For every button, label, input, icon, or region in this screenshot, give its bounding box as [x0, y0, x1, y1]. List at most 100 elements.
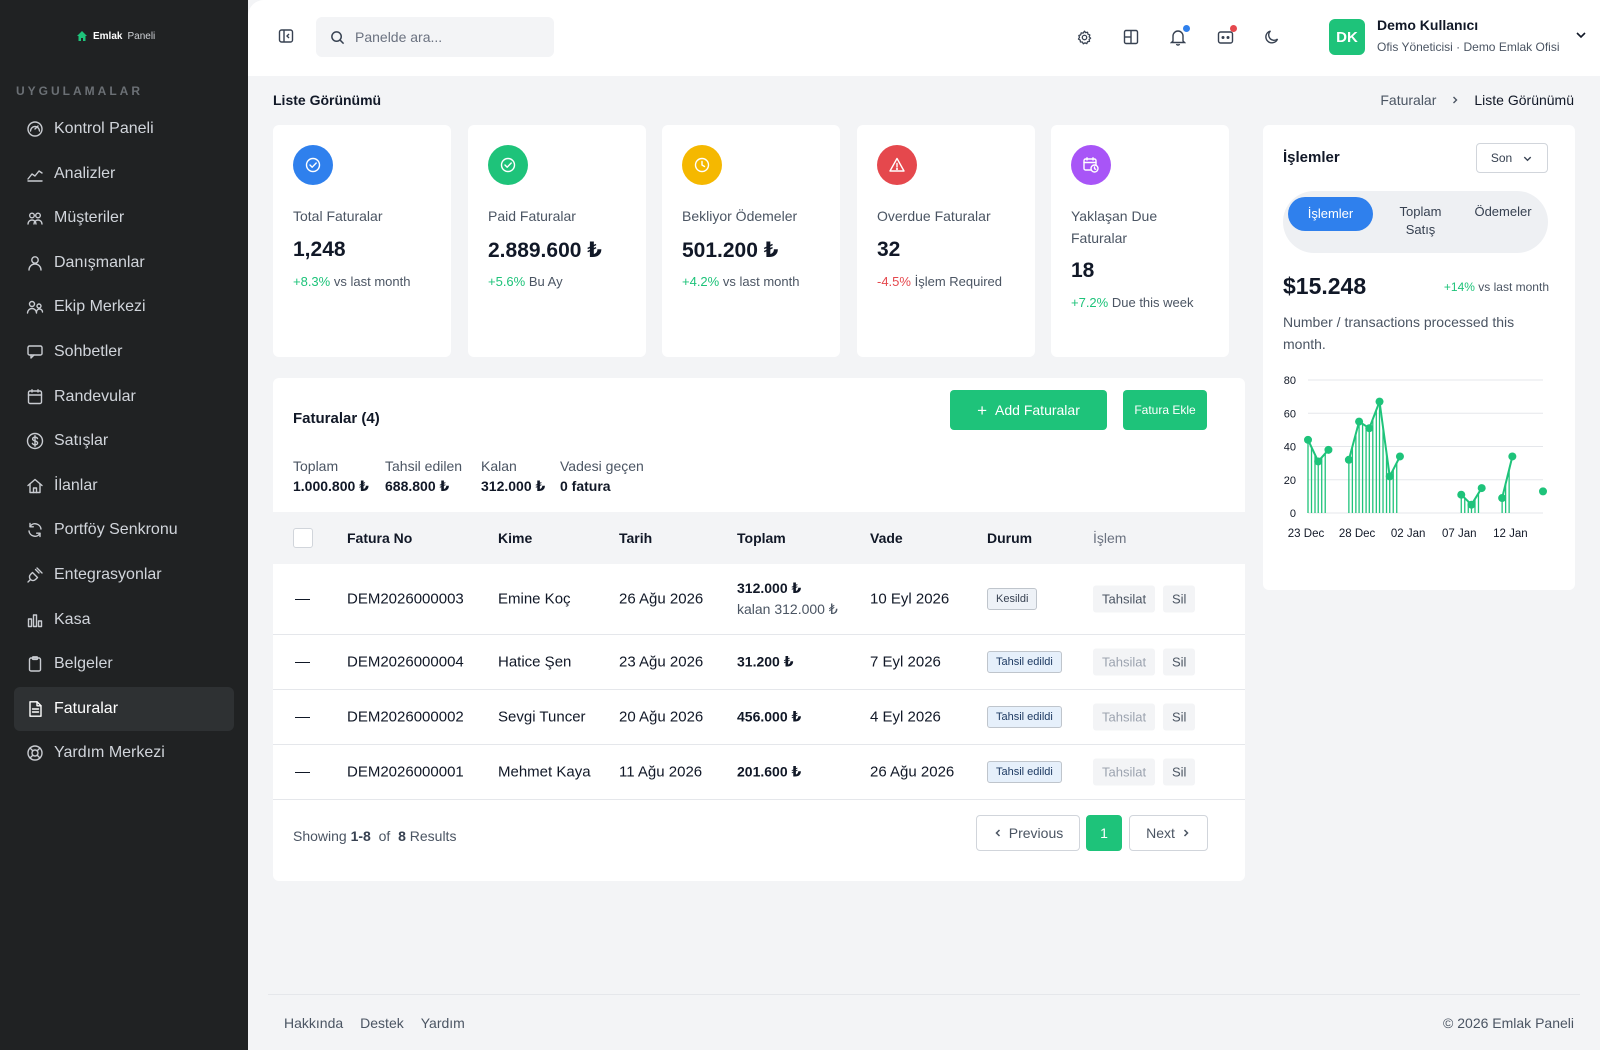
message-icon[interactable]: [1214, 25, 1237, 48]
column-header[interactable]: Durum: [987, 530, 1032, 546]
period-select[interactable]: Son: [1476, 143, 1548, 173]
sidebar-item-label: Danışmanlar: [54, 253, 145, 271]
y-tick-label: 0: [1290, 508, 1296, 520]
delete-button[interactable]: Sil: [1163, 703, 1196, 731]
select-all-checkbox[interactable]: [293, 528, 313, 548]
sidebar-item-yardım-merkezi[interactable]: Yardım Merkezi: [14, 731, 234, 775]
data-point[interactable]: [1304, 435, 1312, 444]
table-row[interactable]: — DEM2026000004 Hatice Şen 23 Ağu 2026 31.20…: [273, 635, 1245, 690]
data-point[interactable]: [1314, 457, 1323, 466]
search-box[interactable]: [316, 17, 554, 57]
data-point[interactable]: [1324, 445, 1333, 454]
sidebar-item-sohbetler[interactable]: Sohbetler: [14, 330, 234, 374]
row-select-dash[interactable]: —: [295, 591, 310, 608]
invoice-date: 11 Ağu 2026: [619, 763, 703, 781]
gear-icon[interactable]: [1073, 26, 1095, 48]
search-icon: [331, 30, 345, 44]
tab-odemeler[interactable]: Ödemeler: [1463, 203, 1543, 221]
transactions-description: Number / transactions processed this mon…: [1283, 314, 1515, 352]
row-select-dash[interactable]: —: [295, 764, 310, 781]
tab-toplam-satis[interactable]: Toplam Satış: [1383, 203, 1458, 239]
sidebar-item-portföy-senkronu[interactable]: Portföy Senkronu: [14, 508, 234, 552]
sidebar-item-danışmanlar[interactable]: Danışmanlar: [14, 241, 234, 285]
table-header: Fatura No Kime Tarih Toplam Vade Durum İ…: [273, 512, 1245, 564]
sidebar-item-kasa[interactable]: Kasa: [14, 598, 234, 642]
tab-islemler[interactable]: İşlemler: [1288, 197, 1373, 231]
invoice-total: 201.600 ₺: [737, 762, 801, 783]
table-row[interactable]: — DEM2026000003 Emine Koç 26 Ağu 2026 312.00…: [273, 564, 1245, 635]
data-point[interactable]: [1467, 500, 1476, 509]
user-icon: [26, 254, 44, 272]
sidebar-item-müşteriler[interactable]: Müşteriler: [14, 196, 234, 240]
footer-link[interactable]: Hakkında: [284, 1015, 343, 1031]
user-name[interactable]: Demo Kullanıcı: [1377, 17, 1478, 33]
collect-button[interactable]: Tahsilat: [1093, 758, 1156, 786]
previous-label: Previous: [1008, 825, 1064, 841]
data-point[interactable]: [1457, 490, 1466, 499]
brand-logo[interactable]: Emlak Paneli: [76, 30, 155, 42]
next-page-button[interactable]: Next: [1129, 815, 1208, 851]
chevron-right-icon: [1183, 829, 1189, 837]
sidebar-section-title: UYGULAMALAR: [16, 84, 143, 98]
search-input[interactable]: [355, 29, 535, 45]
delete-button[interactable]: Sil: [1163, 758, 1196, 786]
moon-icon[interactable]: [1261, 26, 1283, 48]
stat-change-text: İşlem Required: [914, 274, 1003, 289]
sidebar-item-belgeler[interactable]: Belgeler: [14, 642, 234, 686]
breadcrumb-link[interactable]: Faturalar: [1380, 92, 1436, 108]
column-header[interactable]: Fatura No: [347, 530, 412, 546]
sidebar-item-i̇lanlar[interactable]: İlanlar: [14, 464, 234, 508]
invoice-number[interactable]: DEM2026000003: [347, 591, 464, 608]
row-select-dash[interactable]: —: [295, 709, 310, 726]
sidebar-item-faturalar[interactable]: Faturalar: [14, 686, 234, 731]
sidebar-item-randevular[interactable]: Randevular: [14, 375, 234, 419]
sidebar-item-ekip-merkezi[interactable]: Ekip Merkezi: [14, 285, 234, 329]
gauge-icon: [26, 120, 44, 138]
data-point[interactable]: [1385, 472, 1394, 481]
column-header[interactable]: Vade: [870, 530, 903, 546]
sidebar-item-analizler[interactable]: Analizler: [14, 152, 234, 196]
data-point[interactable]: [1539, 487, 1547, 496]
delete-button[interactable]: Sil: [1163, 585, 1196, 613]
sidebar-item-entegrasyonlar[interactable]: Entegrasyonlar: [14, 553, 234, 597]
sidebar-item-kontrol-paneli[interactable]: Kontrol Paneli: [14, 107, 234, 151]
previous-page-button[interactable]: Previous: [976, 815, 1080, 851]
column-header[interactable]: Toplam: [737, 530, 786, 546]
footer-link[interactable]: Destek: [360, 1015, 404, 1031]
page-number-button[interactable]: 1: [1086, 815, 1122, 851]
data-point[interactable]: [1344, 455, 1353, 464]
collect-button[interactable]: Tahsilat: [1093, 585, 1156, 613]
stat-value: 32: [877, 238, 901, 261]
sidebar-toggle-icon[interactable]: [278, 28, 294, 49]
delete-button[interactable]: Sil: [1163, 648, 1196, 676]
data-point[interactable]: [1355, 417, 1364, 426]
chart-line-icon: [26, 165, 44, 183]
sidebar-item-satışlar[interactable]: Satışlar: [14, 419, 234, 463]
invoice-icon: [26, 700, 44, 718]
data-point[interactable]: [1365, 424, 1374, 433]
data-point[interactable]: [1375, 397, 1384, 406]
invoice-number[interactable]: DEM2026000001: [347, 764, 464, 781]
showing-results: Results: [409, 828, 457, 844]
x-tick-label: 07 Jan: [1442, 528, 1477, 540]
collect-button[interactable]: Tahsilat: [1093, 648, 1156, 676]
invoice-number[interactable]: DEM2026000004: [347, 654, 464, 671]
invoice-number[interactable]: DEM2026000002: [347, 709, 464, 726]
layout-icon[interactable]: [1120, 26, 1142, 48]
column-header[interactable]: Kime: [498, 530, 532, 546]
data-point[interactable]: [1395, 452, 1404, 461]
row-select-dash[interactable]: —: [295, 654, 310, 671]
collect-button[interactable]: Tahsilat: [1093, 703, 1156, 731]
avatar[interactable]: DK: [1329, 19, 1365, 55]
table-row[interactable]: — DEM2026000001 Mehmet Kaya 11 Ağu 2026 201.…: [273, 745, 1245, 800]
bell-icon[interactable]: [1167, 25, 1190, 48]
data-point[interactable]: [1508, 452, 1517, 461]
chevron-down-icon[interactable]: [1574, 28, 1588, 47]
add-invoice-button[interactable]: + Add Faturalar: [950, 390, 1107, 430]
data-point[interactable]: [1477, 484, 1486, 493]
new-invoice-button[interactable]: Fatura Ekle: [1123, 390, 1207, 430]
table-row[interactable]: — DEM2026000002 Sevgi Tuncer 20 Ağu 2026 456…: [273, 690, 1245, 745]
data-point[interactable]: [1498, 494, 1507, 503]
column-header[interactable]: Tarih: [619, 530, 652, 546]
footer-link[interactable]: Yardım: [421, 1015, 465, 1031]
